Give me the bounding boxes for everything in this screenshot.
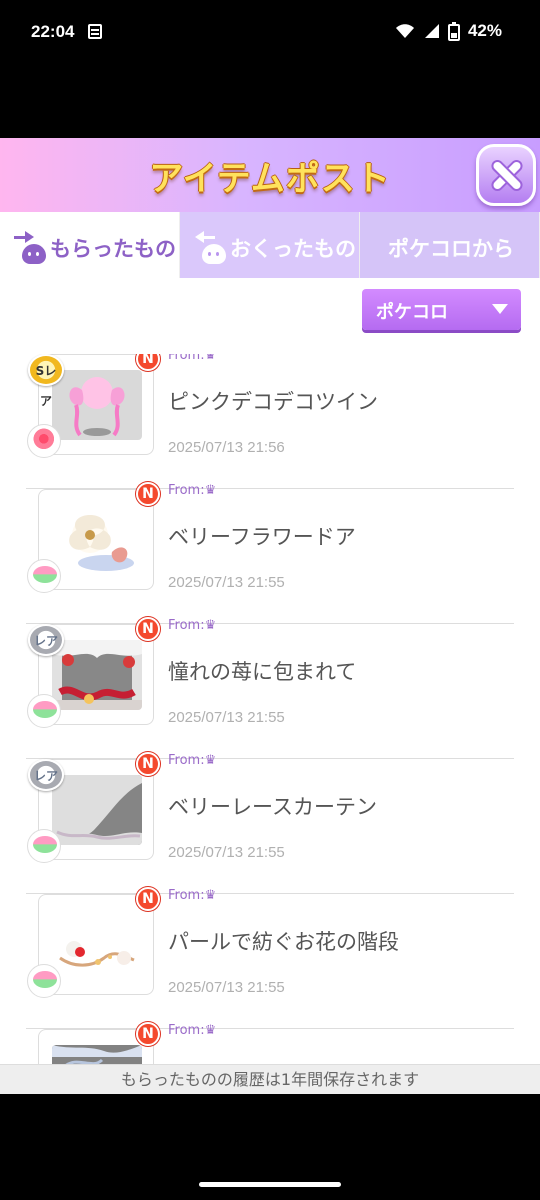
lace-curtain-image [52,775,142,845]
item-date: 2025/07/13 21:55 [168,574,285,591]
tab-label: おくったもの [230,237,356,261]
tab-label: ポケコロから [388,237,514,261]
partial-item-image [52,1045,142,1064]
list-item[interactable]: レア N From:♛ 憧れの苺に包まれて 2025/07/13 21:55 [0,617,540,759]
rarity-badge: レア [28,759,64,791]
header: アイテムポスト [0,138,540,212]
new-badge: N [136,617,160,641]
battery-icon [447,21,460,41]
list-item[interactable]: レア N From:♛ ベリーレースカーテン 2025/07/13 21:55 [0,752,540,894]
tab-received[interactable]: もらったもの [0,212,180,278]
status-right: 42% [395,21,502,41]
item-name: 憧れの苺に包まれて [168,660,357,684]
pearl-flower-stairs-image [52,910,142,980]
page-title: アイテムポスト [149,159,391,199]
history-retention-note: もらったものの履歴は1年間保存されます [0,1064,540,1094]
interior-category-icon [27,559,61,593]
send-arrow-icon [195,230,215,244]
from-label: From:♛ [168,1023,217,1038]
berry-flower-door-image [52,505,142,575]
item-date: 2025/07/13 21:56 [168,439,285,456]
new-badge: N [136,887,160,911]
interior-category-icon [27,964,61,998]
rarity-badge: Sレア [28,354,64,408]
tab-from-pokecolo[interactable]: ポケコロから [360,212,540,278]
tab-bar: もらったもの おくったもの ポケコロから [0,212,540,278]
item-name: ベリーレースカーテン [168,795,377,819]
from-label: From:♛ [168,354,217,363]
rarity-badge: レア [28,624,64,656]
list-item[interactable]: N From:♛ ベリーフラワードア 2025/07/13 21:55 [0,482,540,624]
list-item[interactable]: N From:♛ [0,1022,540,1064]
source-filter-dropdown[interactable]: ポケコロ [362,289,521,330]
chevron-down-icon [492,304,508,314]
signal-icon [423,23,440,39]
item-name: ベリーフラワードア [168,525,356,549]
filter-row: ポケコロ [0,278,540,356]
new-badge: N [136,354,160,371]
status-bar: 22:04 42% [0,0,540,64]
pink-twin-tail-image [52,370,142,440]
item-post-panel: アイテムポスト もらったもの おくったもの ポケコロから ポケコロ Sレア N … [0,138,540,1094]
new-badge: N [136,1022,160,1046]
close-button[interactable] [476,144,536,206]
tab-sent[interactable]: おくったもの [180,212,360,278]
list-item[interactable]: N From:♛ パールで紡ぐお花の階段 2025/07/13 21:55 [0,887,540,1029]
item-name: ピンクデコデコツイン [168,390,378,414]
item-date: 2025/07/13 21:55 [168,844,285,861]
from-label: From:♛ [168,618,217,633]
dropdown-selected-value: ポケコロ [376,302,448,323]
status-time: 22:04 [31,22,75,41]
from-label: From:♛ [168,483,217,498]
flower-category-icon [27,424,61,458]
tab-label: もらったもの [50,237,176,261]
strawberry-frame-image [52,640,142,710]
received-items-list: Sレア N From:♛ ピンクデコデコツイン 2025/07/13 21:56… [0,354,540,1064]
pocket-creature-icon [22,244,46,264]
battery-percent: 42% [467,21,502,40]
list-item[interactable]: Sレア N From:♛ ピンクデコデコツイン 2025/07/13 21:56 [0,354,540,489]
item-date: 2025/07/13 21:55 [168,709,285,726]
new-badge: N [136,752,160,776]
interior-category-icon [27,694,61,728]
from-label: From:♛ [168,753,217,768]
wifi-icon [395,23,415,39]
new-badge: N [136,482,160,506]
interior-category-icon [27,829,61,863]
item-date: 2025/07/13 21:55 [168,979,285,996]
receive-arrow-icon [14,230,34,244]
home-indicator[interactable] [199,1182,341,1187]
item-name: パールで紡ぐお花の階段 [168,930,399,954]
from-label: From:♛ [168,888,217,903]
close-icon [490,159,522,191]
note-icon [88,24,102,39]
pocket-creature-icon [202,244,226,264]
